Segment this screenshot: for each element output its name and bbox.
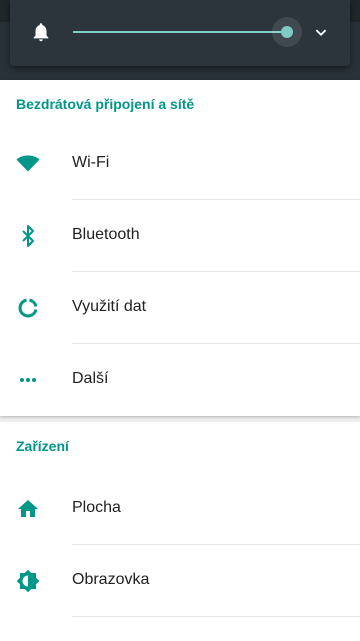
- chevron-down-icon[interactable]: [310, 20, 332, 44]
- brightness-icon: [16, 569, 40, 593]
- settings-item-label: Obrazovka: [72, 571, 150, 588]
- wireless-section: Bezdrátová připojení a sítě Wi-Fi Blueto…: [0, 80, 360, 416]
- home-icon: [16, 497, 40, 521]
- bluetooth-icon: [16, 224, 40, 248]
- wifi-icon: [16, 152, 40, 176]
- divider: [72, 616, 360, 617]
- settings-item-home[interactable]: Plocha: [0, 473, 360, 545]
- settings-item-data-usage[interactable]: Využití dat: [0, 272, 360, 344]
- data-usage-icon: [16, 296, 40, 320]
- settings-item-display[interactable]: Obrazovka: [0, 545, 360, 617]
- settings-item-more[interactable]: Další: [0, 344, 360, 416]
- settings-item-label: Plocha: [72, 499, 121, 516]
- settings-item-bluetooth[interactable]: Bluetooth: [0, 200, 360, 272]
- settings-item-label: Využití dat: [72, 298, 147, 315]
- settings-item-label: Wi-Fi: [72, 154, 110, 171]
- bell-icon[interactable]: [30, 20, 52, 44]
- settings-item-wifi[interactable]: Wi-Fi: [0, 128, 360, 200]
- more-icon: [16, 368, 40, 392]
- device-section: Zařízení Plocha Obrazovka: [0, 422, 360, 641]
- volume-panel: [10, 0, 350, 66]
- settings-item-label: Bluetooth: [72, 226, 140, 243]
- section-header-wireless: Bezdrátová připojení a sítě: [16, 96, 195, 112]
- volume-slider-thumb[interactable]: [281, 26, 293, 38]
- volume-slider-track[interactable]: [73, 31, 287, 33]
- settings-item-label: Další: [72, 370, 109, 387]
- section-header-device: Zařízení: [16, 438, 69, 454]
